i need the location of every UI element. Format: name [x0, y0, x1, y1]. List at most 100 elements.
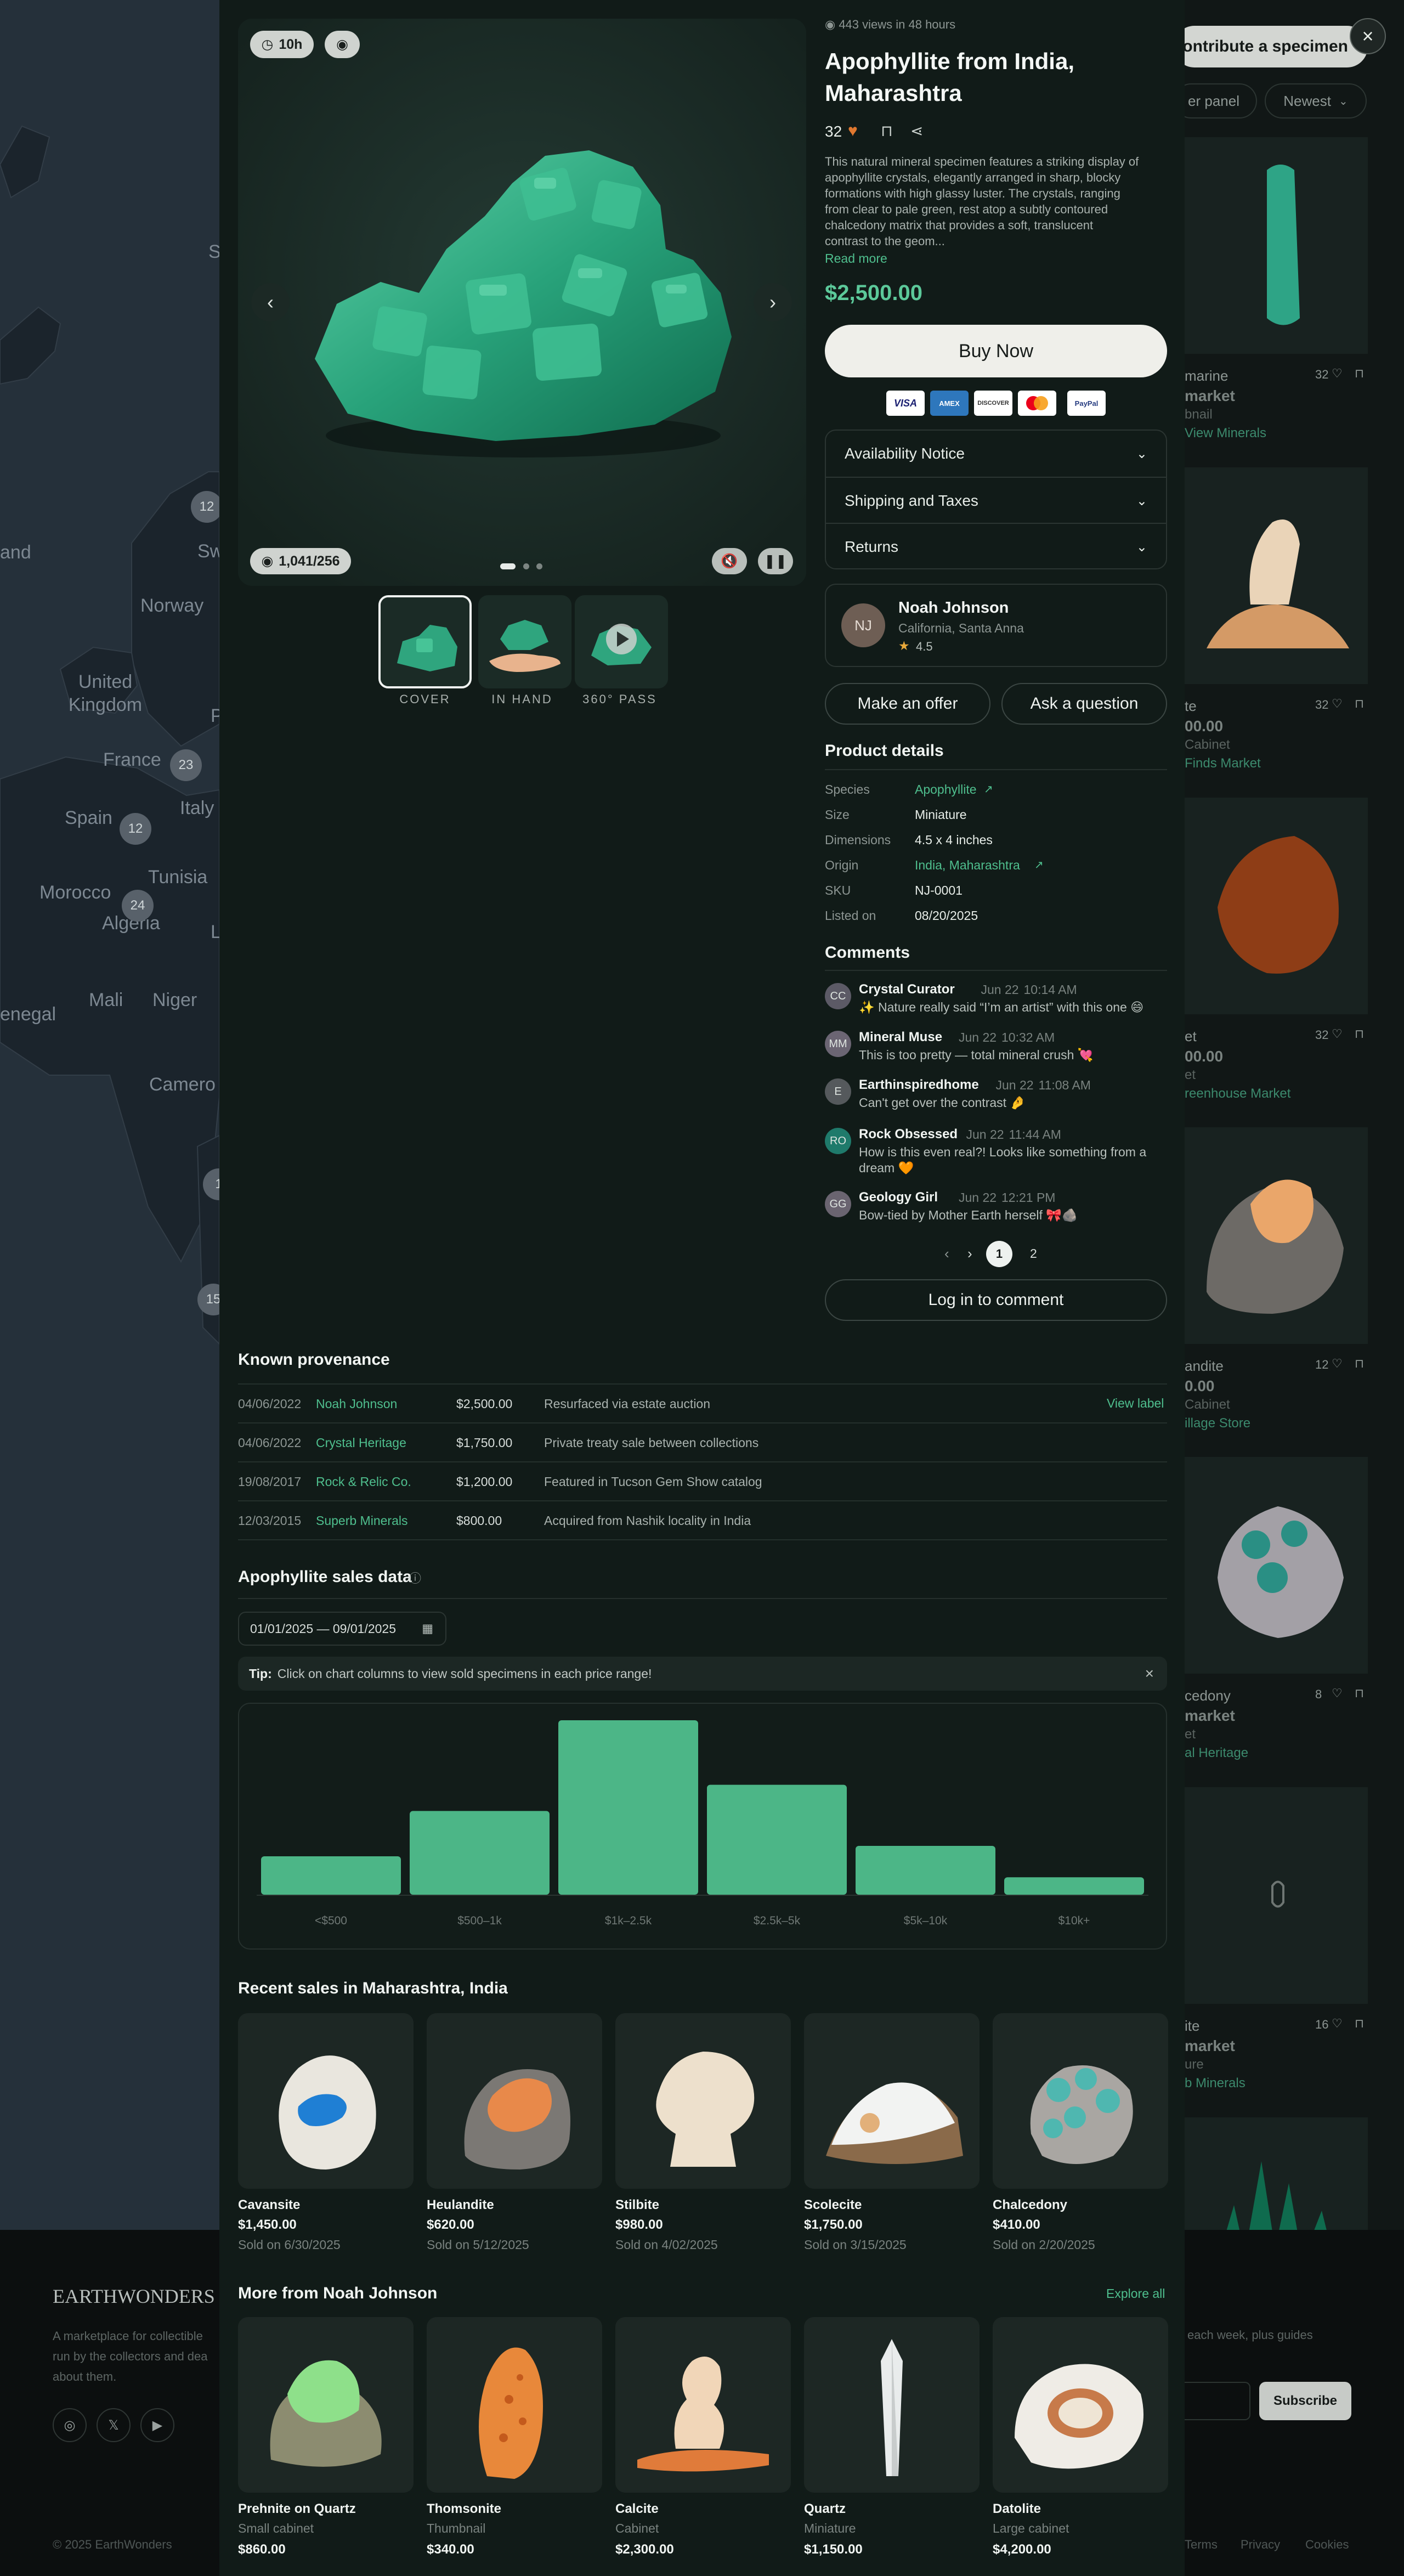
background-card-image[interactable] [1185, 467, 1371, 684]
detail-link[interactable]: Apophyllite [915, 782, 977, 797]
background-card-image[interactable] [1185, 798, 1371, 1014]
bookmark-icon[interactable]: ⊓ [1355, 366, 1364, 381]
world-map[interactable]: and Norway United Kingdom France Spain I… [0, 0, 219, 2230]
sort-dropdown[interactable]: Newest ⌄ [1265, 83, 1367, 118]
footer-logo[interactable]: EARTHWONDERS [53, 2285, 215, 2308]
map-cluster-marker[interactable]: 12 [120, 813, 151, 845]
heart-icon[interactable]: ♡ [1332, 1686, 1343, 1701]
main-image-gallery[interactable] [238, 19, 806, 586]
recent-sale-card[interactable] [993, 2013, 1168, 2189]
chart-bar[interactable] [1004, 1877, 1144, 1895]
gallery-dot-active[interactable] [500, 563, 516, 569]
recent-sale-name[interactable]: Scolecite [804, 2197, 862, 2213]
bookmark-icon[interactable]: ⊓ [1355, 2016, 1364, 2031]
background-card-seller[interactable]: al Heritage [1185, 1745, 1248, 1761]
more-item-name[interactable]: Thomsonite [427, 2501, 501, 2517]
chart-bar[interactable] [410, 1811, 550, 1895]
contribute-button[interactable]: Contribute a specimen [1171, 26, 1368, 67]
chevron-left-icon[interactable]: ‹ [944, 1245, 949, 1262]
youtube-icon[interactable]: ▶ [140, 2408, 174, 2442]
map-cluster-marker[interactable]: 24 [122, 890, 154, 922]
background-card-image[interactable] [1185, 137, 1371, 354]
heart-icon[interactable]: ♡ [1332, 697, 1343, 711]
footer-link-terms[interactable]: Terms [1185, 2538, 1218, 2552]
background-card-image[interactable] [1185, 1127, 1371, 1344]
accordion-availability[interactable]: Availability Notice ⌄ [826, 431, 1166, 477]
x-twitter-icon[interactable]: 𝕏 [97, 2408, 131, 2442]
thumbnail-in-hand[interactable] [478, 595, 571, 688]
chart-bar[interactable] [707, 1784, 847, 1895]
pagination-page-active[interactable]: 1 [986, 1241, 1012, 1267]
recent-sale-name[interactable]: Heulandite [427, 2197, 494, 2213]
map-cluster-marker[interactable]: 12 [191, 491, 219, 523]
read-more-link[interactable]: Read more [825, 251, 887, 266]
detail-link[interactable]: India, Maharashtra [915, 858, 1020, 873]
recent-sale-name[interactable]: Stilbite [615, 2197, 659, 2213]
date-range-picker[interactable]: 01/01/2025 — 09/01/2025 ▦ [238, 1612, 446, 1646]
background-card-image[interactable] [1185, 1787, 1371, 2004]
recent-sale-card[interactable] [615, 2013, 791, 2189]
mute-icon[interactable]: 🔇 [712, 548, 747, 574]
instagram-icon[interactable]: ◎ [53, 2408, 87, 2442]
chart-bar[interactable] [856, 1845, 995, 1895]
recent-sale-name[interactable]: Chalcedony [993, 2197, 1067, 2213]
footer-link-cookies[interactable]: Cookies [1305, 2538, 1349, 2552]
heart-icon[interactable]: ♥ [848, 122, 858, 140]
chart-bar[interactable] [261, 1856, 401, 1895]
provenance-owner[interactable]: Superb Minerals [316, 1513, 407, 1528]
make-offer-button[interactable]: Make an offer [825, 683, 990, 725]
chart-bar[interactable] [558, 1720, 698, 1895]
provenance-owner[interactable]: Noah Johnson [316, 1397, 397, 1411]
background-card-image[interactable] [1185, 1457, 1371, 1674]
chevron-right-icon[interactable]: › [967, 1245, 972, 1262]
login-to-comment-button[interactable]: Log in to comment [825, 1279, 1167, 1321]
filter-panel-button[interactable]: er panel [1174, 83, 1257, 118]
bookmark-icon[interactable]: ⊓ [881, 122, 893, 140]
recent-sale-card[interactable] [427, 2013, 602, 2189]
external-link-icon[interactable]: ↗ [984, 782, 993, 796]
heart-icon[interactable]: ♡ [1332, 1357, 1343, 1371]
view-label-link[interactable]: View label [1107, 1396, 1164, 1411]
map-cluster-marker[interactable]: 23 [170, 749, 202, 781]
newsletter-email-input[interactable] [1185, 2382, 1250, 2420]
thumbnail-360[interactable] [575, 595, 668, 688]
gallery-prev-button[interactable]: ‹ [251, 283, 290, 321]
close-icon[interactable]: × [1145, 1665, 1154, 1682]
background-card-seller[interactable]: View Minerals [1185, 426, 1266, 441]
more-item-name[interactable]: Quartz [804, 2501, 846, 2517]
pause-icon[interactable]: ❚❚ [758, 548, 793, 574]
gallery-next-button[interactable]: › [754, 283, 792, 321]
background-card-seller[interactable]: reenhouse Market [1185, 1086, 1290, 1101]
bookmark-icon[interactable]: ⊓ [1355, 697, 1364, 711]
more-item-name[interactable]: Prehnite on Quartz [238, 2501, 356, 2517]
seller-card[interactable]: NJ Noah Johnson California, Santa Anna ★… [825, 584, 1167, 667]
provenance-owner[interactable]: Rock & Relic Co. [316, 1475, 411, 1489]
background-card-seller[interactable]: b Minerals [1185, 2076, 1246, 2091]
bookmark-icon[interactable]: ⊓ [1355, 1357, 1364, 1371]
more-item-card[interactable] [238, 2317, 414, 2493]
pagination-page[interactable]: 2 [1030, 1246, 1037, 1261]
gallery-dot[interactable] [536, 563, 542, 569]
heart-icon[interactable]: ♡ [1332, 2016, 1343, 2031]
thumbnail-cover[interactable] [378, 595, 472, 688]
recent-sale-name[interactable]: Cavansite [238, 2197, 300, 2213]
accordion-shipping[interactable]: Shipping and Taxes ⌄ [826, 478, 1166, 524]
info-icon[interactable]: ⓘ [409, 1569, 421, 1586]
heart-icon[interactable]: ♡ [1332, 1027, 1343, 1041]
heart-icon[interactable]: ♡ [1332, 366, 1343, 381]
provenance-owner[interactable]: Crystal Heritage [316, 1436, 406, 1450]
share-icon[interactable]: ⋖ [910, 122, 923, 140]
more-item-card[interactable] [993, 2317, 1168, 2493]
background-card-seller[interactable]: Finds Market [1185, 756, 1261, 771]
more-item-card[interactable] [615, 2317, 791, 2493]
recent-sale-card[interactable] [238, 2013, 414, 2189]
ask-question-button[interactable]: Ask a question [1001, 683, 1167, 725]
bookmark-icon[interactable]: ⊓ [1355, 1027, 1364, 1041]
more-item-card[interactable] [427, 2317, 602, 2493]
gallery-dot[interactable] [523, 563, 529, 569]
recent-sale-card[interactable] [804, 2013, 980, 2189]
camera-icon[interactable]: ◉ [325, 31, 360, 58]
bookmark-icon[interactable]: ⊓ [1355, 1686, 1364, 1701]
more-item-name[interactable]: Calcite [615, 2501, 659, 2517]
buy-now-button[interactable]: Buy Now [825, 325, 1167, 377]
